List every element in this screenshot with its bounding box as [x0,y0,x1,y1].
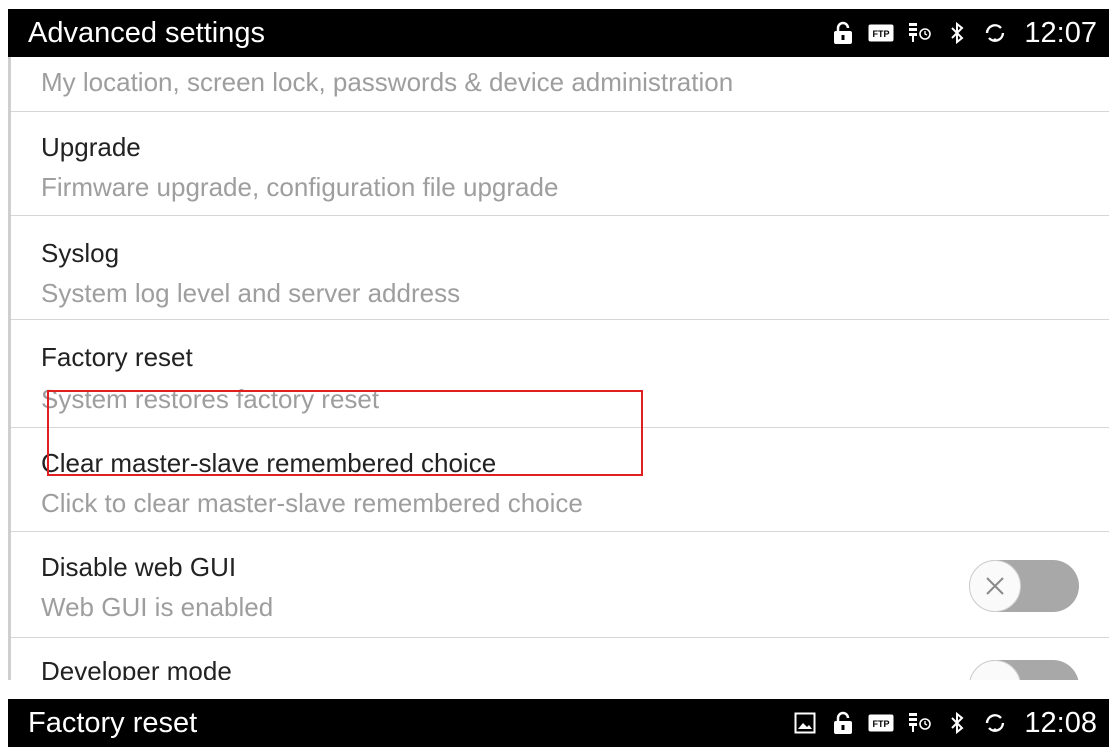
lock-icon [830,20,856,46]
ftp-icon: FTP [868,20,894,46]
security-subtitle: My location, screen lock, passwords & de… [41,67,734,97]
developer-mode-toggle[interactable] [969,660,1079,680]
status-icons: FTP 12:07 [830,17,1097,50]
list-item-upgrade[interactable]: Upgrade Firmware upgrade, configuration … [11,112,1109,216]
item-title: Developer mode [41,656,232,680]
sync-icon [982,710,1008,736]
item-title: Upgrade [41,132,141,162]
screen-title: Factory reset [28,706,198,739]
item-subtitle: Firmware upgrade, configuration file upg… [41,172,559,202]
item-subtitle: System log level and server address [41,278,461,308]
screen-title: Advanced settings [28,16,265,49]
item-title: Clear master-slave remembered choice [41,448,497,478]
bluetooth-icon [944,20,970,46]
bluetooth-icon [944,710,970,736]
clock: 12:07 [1024,16,1097,49]
list-item-syslog[interactable]: Syslog System log level and server addre… [11,216,1109,320]
svg-text:FTP: FTP [873,719,890,729]
screenshot-gap [0,680,1117,699]
status-bar-top: Advanced settings FTP 12:07 [8,9,1109,57]
sync-icon [982,20,1008,46]
toggle-knob [969,660,1021,680]
image-icon [792,710,818,736]
lock-icon [830,710,856,736]
item-subtitle: System restores factory reset [41,384,380,414]
ftp-icon: FTP [868,710,894,736]
list-item-disable-web-gui[interactable]: Disable web GUI Web GUI is enabled [11,532,1109,638]
list-item-factory-reset[interactable]: Factory reset System restores factory re… [11,320,1109,428]
usb-icon [906,710,932,736]
status-bar-bottom: Factory reset FTP 12:08 [8,699,1109,747]
usb-icon [906,20,932,46]
settings-list[interactable]: My location, screen lock, passwords & de… [8,57,1109,680]
close-icon [986,577,1004,595]
clock: 12:08 [1024,706,1097,739]
list-item-security[interactable]: My location, screen lock, passwords & de… [11,57,1109,112]
item-title: Factory reset [41,342,193,372]
item-subtitle: Web GUI is enabled [41,592,274,622]
list-item-clear-master-slave[interactable]: Clear master-slave remembered choice Cli… [11,428,1109,532]
status-icons: FTP 12:08 [792,707,1097,740]
item-title: Syslog [41,238,120,268]
item-title: Disable web GUI [41,552,237,582]
svg-text:FTP: FTP [873,29,890,39]
list-item-developer-mode[interactable]: Developer mode [11,638,1109,680]
item-subtitle: Click to clear master-slave remembered c… [41,488,583,518]
disable-web-gui-toggle[interactable] [969,560,1079,612]
toggle-knob [969,560,1021,612]
